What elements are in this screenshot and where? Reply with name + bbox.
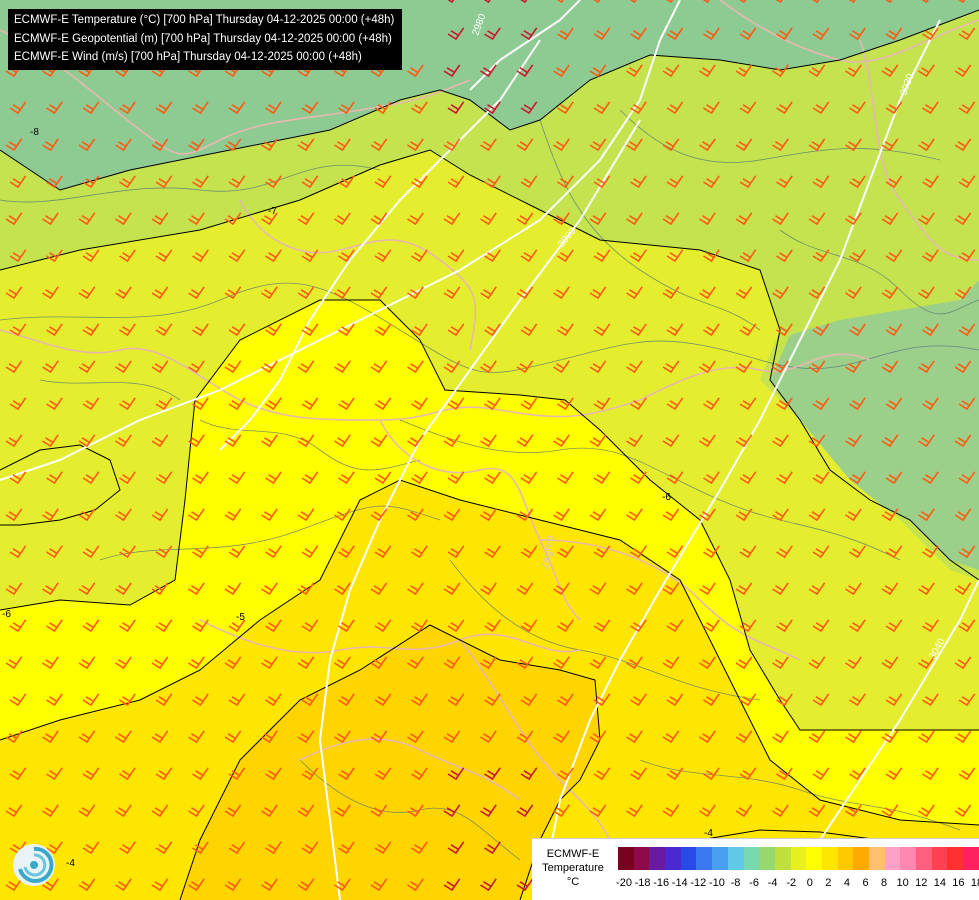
label-isotherm-4: -4 [66,858,75,869]
label-isotherm-7: -7 [268,206,277,217]
legend-color-bar [618,847,979,870]
legend-tick-label: -10 [708,877,725,889]
title-wind: ECMWF-E Wind (m/s) [700 hPa] Thursday 04… [14,51,362,63]
legend-swatch [665,847,681,870]
legend-swatch [931,847,948,870]
legend-title-line2: Temperature [542,862,604,874]
legend-tick-label: 16 [952,877,965,889]
legend-swatch [774,847,791,870]
legend-swatch [963,847,979,870]
legend-tick-label: 0 [806,877,813,889]
legend-swatch [727,847,744,870]
legend-tick-label: 8 [881,877,888,889]
legend-tick-label: 12 [915,877,928,889]
legend-swatch [743,847,760,870]
weather-map[interactable]: -8 -7 -6 -6 -5 -4 -4 2980 3000 3020 3040… [0,0,979,900]
legend-tick-label: -8 [730,877,741,889]
title-temperature: ECMWF-E Temperature (°C) [700 hPa] Thurs… [14,14,395,26]
label-isotherm-6b: -6 [662,492,671,503]
legend-swatch [884,847,901,870]
legend-swatch [633,847,650,870]
legend-tick-label: 6 [862,877,869,889]
legend-swatch [618,847,634,870]
temperature-legend: ECMWF-E Temperature °C -20 -18 -16 -14 -12 -1… [532,838,979,900]
legend-title: ECMWF-E Temperature °C [532,847,614,889]
legend-title-line3: °C [566,876,580,888]
legend-tick-label: -20 [616,877,632,889]
legend-swatch [916,847,932,870]
legend-tick-label: -4 [767,877,778,889]
legend-swatch [680,847,697,870]
legend-tick-label: -6 [749,877,759,889]
map-viewport[interactable]: -8 -7 -6 -6 -5 -4 -4 2980 3000 3020 3040… [0,0,979,900]
legend-swatch [712,847,728,870]
ecmwf-swirl-icon [12,843,56,887]
legend-swatch [696,847,713,870]
legend-tick-label: -12 [690,877,707,889]
legend-tick-label: -16 [653,877,670,889]
legend-tick-label: -2 [786,877,797,889]
legend-tick-label: -14 [671,877,688,889]
legend-swatch [837,847,854,870]
legend-swatch [853,847,869,870]
label-isotherm-5: -5 [236,612,245,623]
legend-swatch [806,847,822,870]
label-isotherm-8: -8 [30,127,39,138]
legend-swatch [821,847,838,870]
legend-tick-label: 18 [970,877,979,889]
legend-tick-label: 4 [843,877,850,889]
legend-title-line1: ECMWF-E [546,848,600,860]
title-geopotential: ECMWF-E Geopotential (m) [700 hPa] Thurs… [14,32,392,45]
legend-swatch [947,847,964,870]
legend-swatch [869,847,885,870]
legend-swatch [649,847,666,870]
legend-swatch [759,847,775,870]
legend-tick-label: 14 [933,877,946,889]
legend-tick-label: 2 [825,877,832,889]
legend-tick-label: -18 [634,877,651,889]
legend-tick-labels: -20 -18 -16 -14 -12 -10 -8 -6 -4 -2 0 2 4 6 8 10 12 14 16 1… [616,877,979,891]
legend-swatch [900,847,917,870]
map-title-box: ECMWF-E Temperature (°C) [700 hPa] Thurs… [8,9,403,70]
legend-tick-label: 10 [896,877,909,889]
legend-swatch [790,847,807,870]
label-isotherm-6: -6 [2,609,11,620]
